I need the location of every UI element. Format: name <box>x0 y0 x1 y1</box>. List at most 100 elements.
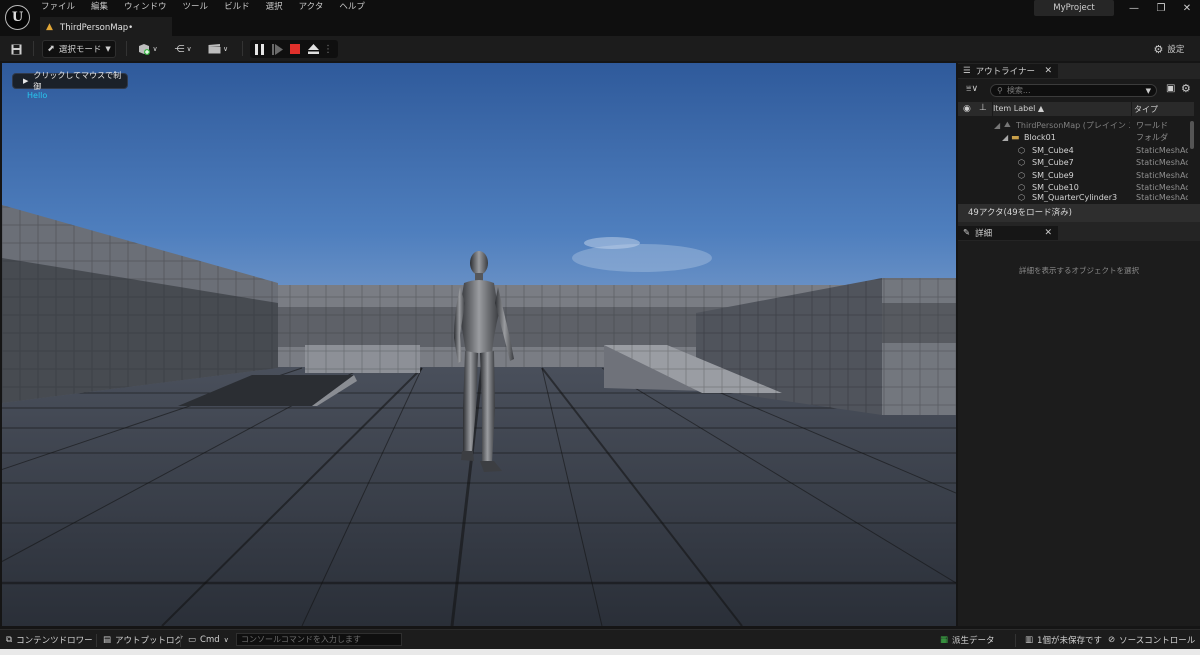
derived-data-icon: ▦ <box>940 635 949 645</box>
outliner-row-actor[interactable]: ⬡ SM_Cube7 StaticMeshActor <box>958 157 1190 170</box>
cmd-dropdown[interactable]: ▭ Cmd ∨ <box>188 633 229 647</box>
settings-button[interactable]: ⚙ 設定 <box>1145 40 1193 58</box>
chevron-down-icon: ∨ <box>186 45 192 53</box>
menu-build[interactable]: ビルド <box>216 1 258 14</box>
outliner-row-actor[interactable]: ⬡ SM_Cube4 StaticMeshActor <box>958 144 1190 157</box>
main-toolbar: ⬈ 選択モード ▼ ∨ ⋲ ∨ ∨ ⋮ ⚙ 設定 <box>0 36 1200 61</box>
cinematics-button[interactable]: ∨ <box>205 40 231 58</box>
expand-arrow-icon[interactable]: ◢ <box>994 121 1000 130</box>
eye-icon[interactable]: ◉ <box>963 104 971 114</box>
column-item-label[interactable]: Item Label ▲ <box>993 104 1044 113</box>
add-folder-icon[interactable]: ▣ <box>1166 83 1175 94</box>
document-tab-label: ThirdPersonMap• <box>60 22 134 33</box>
outliner-tab-label: アウトライナー <box>975 67 1035 77</box>
outliner-row-actor[interactable]: ⬡ SM_QuarterCylinder3 StaticMeshActor <box>958 194 1190 203</box>
pencil-icon: ✎ <box>963 228 971 238</box>
close-window-icon[interactable]: ✕ <box>1177 2 1197 16</box>
expand-arrow-icon[interactable]: ◢ <box>1002 133 1008 142</box>
mesh-icon: ⬡ <box>1018 158 1025 168</box>
outliner-item-label: SM_Cube7 <box>1032 158 1074 168</box>
outliner-item-label: SM_Cube9 <box>1032 170 1074 180</box>
close-icon[interactable]: ✕ <box>1044 228 1052 238</box>
outliner-row-world[interactable]: ◢ ⛰ ThirdPersonMap (プレイイン エディタ) ワールド <box>958 119 1190 132</box>
outliner-item-label: SM_Cube4 <box>1032 145 1074 155</box>
output-log-label: アウトプットログ <box>115 636 184 646</box>
outliner-item-type: フォルダ <box>1136 133 1168 143</box>
blueprint-icon: ⋲ <box>174 43 185 55</box>
chevron-down-icon: ∨ <box>152 45 158 53</box>
minimize-icon[interactable]: — <box>1124 2 1144 16</box>
hello-debug-text: Hello <box>27 91 48 100</box>
outliner-search-input[interactable]: ⚲ 検索... ▼ <box>990 84 1157 97</box>
eject-icon[interactable] <box>304 44 322 54</box>
blueprint-button[interactable]: ⋲ ∨ <box>170 40 196 58</box>
tab-outliner[interactable]: ☰ アウトライナー ✕ <box>958 64 1058 78</box>
toolbar-separator <box>126 41 127 56</box>
outliner-search-row: ⩸∨ ⚲ 検索... ▼ ▣ ⚙ <box>958 81 1200 99</box>
pin-icon[interactable]: ⊥ <box>979 103 987 113</box>
right-panel: ☰ アウトライナー ✕ ⩸∨ ⚲ 検索... ▼ ▣ ⚙ ◉ ⊥ Item La… <box>958 63 1200 626</box>
step-frame-icon[interactable] <box>268 43 286 55</box>
folder-icon: ▬ <box>1011 132 1020 143</box>
filter-icon[interactable]: ⩸∨ <box>966 84 978 94</box>
world-icon: ⛰ <box>1004 120 1011 130</box>
outliner-row-actor[interactable]: ⬡ SM_Cube10 StaticMeshActor <box>958 182 1190 195</box>
chevron-down-icon: ∨ <box>222 45 229 53</box>
details-empty-hint: 詳細を表示するオブジェクトを選択 <box>1019 266 1139 275</box>
outliner-item-type: ワールド <box>1136 120 1168 130</box>
selection-mode-dropdown[interactable]: ⬈ 選択モード ▼ <box>42 40 116 58</box>
outliner-scrollbar[interactable] <box>1190 121 1194 149</box>
unsaved-button[interactable]: ▥ 1個が未保存です <box>1025 633 1102 647</box>
mesh-icon: ⬡ <box>1018 183 1025 193</box>
console-command-input[interactable]: コンソールコマンドを入力します <box>236 633 402 646</box>
save-icon[interactable] <box>8 40 24 58</box>
pause-icon[interactable] <box>250 43 268 55</box>
outliner-item-label: Block01 <box>1024 133 1056 143</box>
chevron-down-icon: ▼ <box>105 45 111 53</box>
tab-details[interactable]: ✎ 詳細 ✕ <box>958 226 1058 240</box>
source-control-button[interactable]: ⊘ ソースコントロール <box>1108 633 1195 647</box>
title-bar: U ファイル 編集 ウィンドウ ツール ビルド 選択 アクタ ヘルプ ▲ Thi… <box>0 0 1200 36</box>
click-to-control-hint[interactable]: ▶ クリックしてマウスで制御 <box>12 71 128 91</box>
source-control-label: ソースコントロール <box>1119 636 1196 646</box>
restore-icon[interactable]: ❐ <box>1151 2 1171 16</box>
mesh-icon: ⬡ <box>1018 145 1025 155</box>
derived-data-label: 派生データ <box>952 636 995 646</box>
cmd-label: Cmd <box>200 635 220 645</box>
close-icon[interactable]: ✕ <box>1044 66 1052 76</box>
stop-icon[interactable] <box>286 44 304 54</box>
level-icon: ▲ <box>46 22 53 32</box>
menu-window[interactable]: ウィンドウ <box>116 1 175 14</box>
source-control-icon: ⊘ <box>1108 635 1116 645</box>
gear-icon[interactable]: ⚙ <box>1181 82 1191 95</box>
content-drawer-icon: ⧉ <box>6 635 13 645</box>
content-drawer-button[interactable]: ⧉ コンテンツドロワー <box>6 633 93 647</box>
chevron-down-icon: ▼ <box>1145 86 1151 95</box>
cursor-icon: ⬈ <box>47 44 55 54</box>
add-actor-button[interactable]: ∨ <box>135 40 161 58</box>
play-triangle-icon: ▶ <box>23 77 29 85</box>
menu-file[interactable]: ファイル <box>41 1 83 14</box>
derived-data-button[interactable]: ▦ 派生データ <box>940 633 995 647</box>
document-tab[interactable]: ▲ ThirdPersonMap• <box>40 17 172 36</box>
menu-actor[interactable]: アクタ <box>291 1 332 14</box>
menu-tools[interactable]: ツール <box>175 1 217 14</box>
column-type[interactable]: タイプ <box>1134 104 1158 115</box>
output-log-button[interactable]: ▤ アウトプットログ <box>103 633 183 647</box>
more-options-icon[interactable]: ⋮ <box>322 44 334 55</box>
unreal-logo-icon[interactable]: U <box>5 5 30 30</box>
outliner-row-actor[interactable]: ⬡ SM_Cube9 StaticMeshActor <box>958 169 1190 182</box>
outliner-item-label: SM_QuarterCylinder3 <box>1032 194 1118 202</box>
outliner-row-folder[interactable]: ◢ ▬ Block01 フォルダ <box>958 132 1190 145</box>
level-viewport[interactable]: ▶ クリックしてマウスで制御 Hello <box>2 63 956 626</box>
outliner-item-type: StaticMeshActor <box>1136 194 1188 202</box>
selection-mode-label: 選択モード <box>58 45 102 55</box>
outliner-item-label: ThirdPersonMap (プレイイン エディタ) <box>1016 120 1130 130</box>
chevron-down-icon: ∨ <box>223 636 229 644</box>
menu-help[interactable]: ヘルプ <box>331 1 373 14</box>
menu-select[interactable]: 選択 <box>258 1 291 14</box>
output-log-icon: ▤ <box>103 635 112 645</box>
gear-icon: ⚙ <box>1153 42 1164 56</box>
menu-edit[interactable]: 編集 <box>83 1 116 14</box>
outliner-item-type: StaticMeshActor <box>1136 170 1188 180</box>
